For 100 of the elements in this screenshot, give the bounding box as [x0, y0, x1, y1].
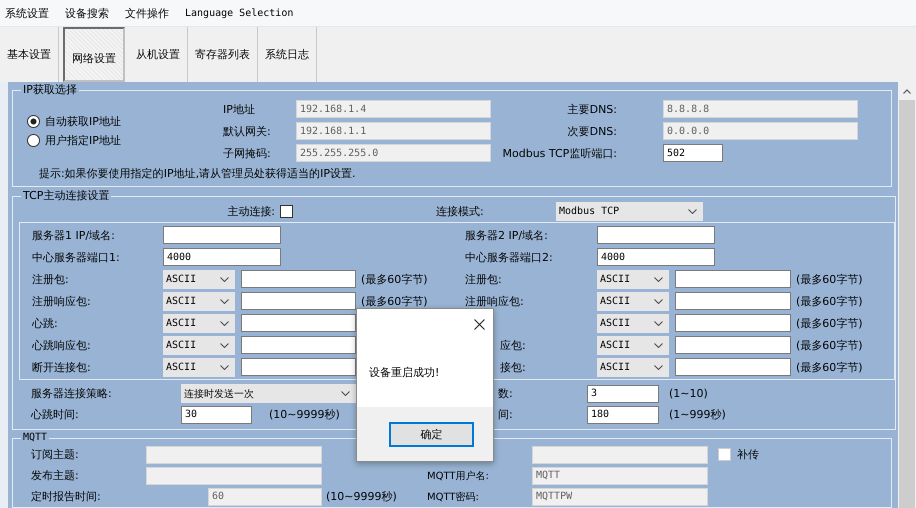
close-icon[interactable]	[474, 318, 485, 330]
dropdown[interactable]: ASCII	[163, 270, 235, 288]
group-title: TCP主动连接设置	[22, 190, 110, 202]
radio-option[interactable]: 自动获取IP地址	[27, 114, 223, 129]
dialog-message: 设备重启成功!	[369, 366, 440, 379]
dropdown[interactable]: ASCII	[163, 292, 235, 310]
field-label: 子网掩码:	[223, 146, 272, 160]
chevron-down-icon	[220, 276, 229, 282]
text-field[interactable]	[675, 358, 791, 376]
field-label: 订阅主题:	[31, 447, 80, 462]
field-label: 中心服务器端口2:	[465, 250, 554, 264]
menu-item[interactable]: 文件操作	[120, 6, 176, 20]
dropdown[interactable]: ASCII	[597, 270, 669, 288]
dropdown[interactable]: ASCII	[597, 358, 669, 376]
chevron-down-icon	[341, 391, 350, 396]
hint-text: (最多60字节)	[361, 294, 428, 308]
chevron-up-icon	[903, 88, 911, 94]
chevron-down-icon	[654, 276, 663, 282]
field-label: IP地址	[223, 102, 256, 116]
field-label: 心跳时间:	[31, 407, 80, 422]
field-label: 心跳:	[32, 316, 59, 330]
field-label: 连接模式:	[436, 204, 485, 218]
text-field[interactable]	[241, 358, 356, 376]
hint-text: (10~9999秒)	[269, 407, 340, 422]
dropdown[interactable]: ASCII	[163, 336, 235, 354]
text-field[interactable]	[597, 226, 715, 244]
field-label: 定时报告时间:	[31, 489, 102, 504]
dropdown[interactable]: ASCII	[597, 292, 669, 310]
text-field[interactable]: 4000	[163, 248, 281, 266]
chevron-down-icon	[688, 208, 697, 214]
hint-text: (最多60字节)	[796, 294, 863, 308]
text-field[interactable]	[675, 314, 791, 332]
field-label: 发布主题:	[31, 468, 80, 483]
field-label: Modbus TCP监听端口:	[502, 146, 618, 160]
menu-item[interactable]: 设备搜索	[60, 6, 116, 20]
dropdown[interactable]: ASCII	[163, 314, 235, 332]
checkbox[interactable]	[280, 204, 293, 218]
field-label: 注册响应包:	[32, 294, 92, 308]
hint-text: (1~10)	[669, 387, 708, 400]
field-label: 中心服务器端口1:	[32, 250, 121, 264]
chevron-down-icon	[654, 320, 663, 326]
text-field[interactable]	[675, 292, 791, 310]
menu-item[interactable]: Language Selection	[180, 8, 300, 18]
text-field[interactable]: 180	[587, 406, 659, 424]
field-label: 断开连接包:	[32, 360, 92, 374]
menu-item[interactable]: 系统设置	[0, 6, 56, 20]
field-label: 服务器1 IP/域名:	[32, 228, 116, 242]
hint-text: (最多60字节)	[361, 272, 428, 286]
field-label: 服务器2 IP/域名:	[465, 228, 549, 242]
field-label: MQTT用户名:	[427, 470, 490, 482]
dropdown[interactable]: ASCII	[163, 358, 235, 376]
field-label: 间:	[498, 407, 514, 422]
chevron-down-icon	[654, 364, 663, 370]
dropdown[interactable]: ASCII	[597, 314, 669, 332]
checkbox-label: 补传	[737, 447, 759, 462]
field-label: 主要DNS:	[566, 102, 618, 116]
field-label: 默认网关:	[223, 124, 272, 138]
chevron-down-icon	[654, 342, 663, 348]
text-field[interactable]: 3	[587, 384, 659, 402]
chevron-down-icon	[220, 342, 229, 348]
field-label: 应包:	[500, 338, 527, 352]
field-label: 接包:	[500, 360, 527, 374]
text-field[interactable]	[675, 336, 791, 354]
text-field[interactable]	[241, 270, 356, 288]
chevron-down-icon	[654, 298, 663, 304]
hint-text: (最多60字节)	[796, 360, 863, 374]
hint-text: (最多60字节)	[796, 338, 863, 352]
radio-option[interactable]: 用户指定IP地址	[27, 133, 223, 148]
hint-text: (最多60字节)	[796, 316, 863, 330]
hint-text: 提示:如果你要使用指定的IP地址,请从管理员处获得适当的IP设置.	[39, 166, 356, 180]
field-label: 心跳响应包:	[32, 338, 92, 352]
scrollbar-thumb[interactable]	[899, 100, 915, 508]
text-field[interactable]	[241, 314, 356, 332]
field-label: 注册包:	[32, 272, 70, 286]
dropdown[interactable]: 连接时发送一次	[181, 384, 356, 403]
group-title: MQTT	[22, 432, 48, 444]
text-field[interactable]	[241, 292, 356, 310]
chevron-down-icon	[220, 320, 229, 326]
field-label: 注册响应包:	[465, 294, 525, 308]
dropdown[interactable]: Modbus TCP	[556, 202, 703, 220]
ok-button[interactable]: 确定	[389, 422, 474, 446]
dropdown[interactable]: ASCII	[597, 336, 669, 354]
hint-text: (最多60字节)	[796, 272, 863, 286]
hint-text: (1~999秒)	[669, 407, 726, 422]
field-label: 主动连接:	[226, 204, 275, 218]
text-field[interactable]	[163, 226, 281, 244]
group-title: IP获取选择	[22, 84, 78, 96]
chevron-down-icon	[220, 364, 229, 370]
chevron-down-icon	[220, 298, 229, 304]
field-label: MQTT密码:	[427, 490, 480, 504]
hint-text: (10~9999秒)	[326, 489, 397, 504]
field-label: 次要DNS:	[566, 124, 618, 138]
field-label: 注册包:	[465, 272, 503, 286]
text-field[interactable]: 30	[181, 406, 252, 424]
field-label: 服务器连接策略:	[31, 386, 113, 401]
text-field[interactable]: 4000	[597, 248, 715, 266]
text-field[interactable]	[675, 270, 791, 288]
text-field[interactable]	[241, 336, 356, 354]
text-field[interactable]: 502	[663, 144, 723, 162]
field-label: 数:	[498, 386, 514, 401]
